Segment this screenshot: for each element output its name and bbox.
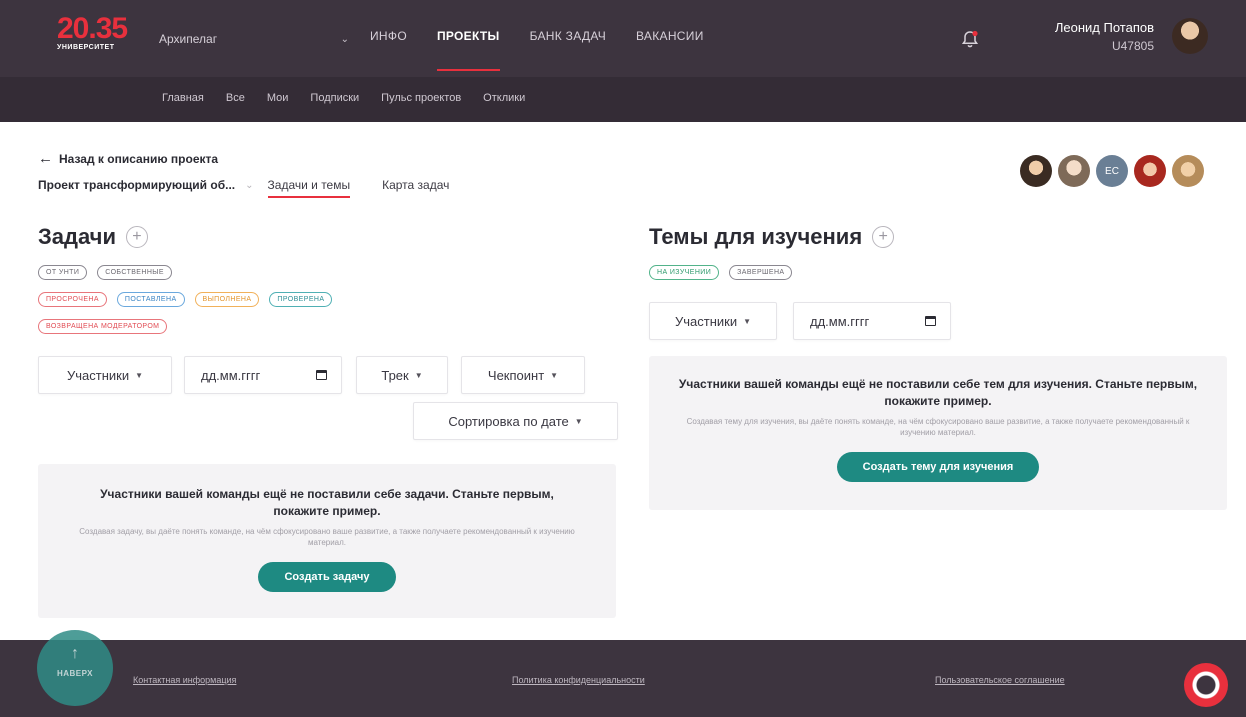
tag-assigned[interactable]: поставлена — [116, 292, 185, 307]
tab-task-map[interactable]: Карта задач — [382, 178, 449, 192]
lifebuoy-icon[interactable] — [1184, 663, 1228, 707]
user-agreement-link[interactable]: Пользовательское соглашение — [935, 675, 1065, 685]
tag-returned[interactable]: возвращена модератором — [38, 319, 168, 334]
avatar[interactable] — [1020, 155, 1052, 187]
track-filter[interactable]: Трек ▼ — [356, 356, 448, 394]
topics-title: Темы для изучения — [649, 224, 863, 249]
tag-overdue[interactable]: просрочена — [38, 292, 107, 307]
checkpoint-filter[interactable]: Чекпоинт ▼ — [461, 356, 585, 394]
date-field-placeholder: дд.мм.гггг — [201, 367, 261, 383]
date-field[interactable]: дд.мм.гггг — [184, 356, 342, 394]
tasks-empty-text: Создавая задачу, вы даёте понять команде… — [79, 527, 575, 547]
back-link[interactable]: ← Назад к описанию проекта — [38, 150, 218, 167]
topics-participants-filter[interactable]: Участники ▼ — [649, 302, 777, 340]
user-name: Леонид Потапов — [1054, 20, 1154, 35]
topics-empty-heading: Участники вашей команды ещё не поставили… — [678, 377, 1198, 408]
calendar-icon[interactable] — [316, 370, 327, 380]
contacts-link[interactable]: Контактная информация — [133, 675, 236, 685]
arrow-left-icon: ← — [38, 150, 53, 167]
topics-empty-state: Участники вашей команды ещё не поставили… — [649, 356, 1227, 510]
tag-checked[interactable]: проверена — [269, 292, 333, 307]
task-filter-tags: от УНТИ собственные просрочена поставлен… — [38, 265, 478, 334]
logo-number: 20.35 — [57, 12, 128, 45]
nav-info[interactable]: ИНФО — [370, 29, 407, 69]
chevron-down-icon[interactable]: ⌄ — [245, 180, 253, 191]
avatar[interactable] — [1172, 155, 1204, 187]
back-link-label: Назад к описанию проекта — [59, 151, 219, 166]
avatar-initials: ЕС — [1105, 165, 1119, 177]
nav-projects[interactable]: ПРОЕКТЫ — [436, 29, 500, 71]
caret-down-icon: ▼ — [574, 416, 583, 426]
avatar[interactable] — [1134, 155, 1166, 187]
topics-date-field[interactable]: дд.мм.гггг — [793, 302, 951, 340]
topic-filter-tags: на изучении завершена — [649, 265, 793, 280]
tasks-empty-heading: Участники вашей команды ещё не поставили… — [100, 487, 554, 518]
subnav-all[interactable]: Все — [226, 92, 245, 104]
bell-icon[interactable] — [960, 29, 980, 49]
subnav-projects-pulse[interactable]: Пульс проектов — [381, 92, 461, 104]
tag-studying[interactable]: на изучении — [649, 265, 720, 280]
topics-title-row: Темы для изучения + — [649, 224, 895, 250]
tag-finished[interactable]: завершена — [729, 265, 793, 280]
sort-select-label: Сортировка по дате — [448, 413, 569, 429]
add-task-button[interactable]: + — [125, 226, 148, 248]
caret-down-icon: ▼ — [414, 370, 423, 380]
footer: Контактная информация Политика конфиденц… — [0, 640, 1246, 717]
arrow-up-icon: ↑ — [71, 645, 79, 662]
tasks-empty-state: Участники вашей команды ещё не поставили… — [38, 464, 616, 618]
nav-task-bank[interactable]: БАНК ЗАДАЧ — [530, 29, 606, 69]
topics-empty-text: Создавая тему для изучения, вы даёте пон… — [686, 417, 1190, 437]
add-topic-button[interactable]: + — [872, 226, 895, 248]
checkpoint-filter-label: Чекпоинт — [487, 367, 545, 383]
calendar-icon[interactable] — [925, 316, 936, 326]
topics-date-field-placeholder: дд.мм.гггг — [810, 313, 870, 329]
sub-nav: Главная Все Мои Подписки Пульс проектов … — [0, 77, 1246, 122]
subnav-main[interactable]: Главная — [162, 92, 204, 104]
team-avatars: ЕС — [1020, 155, 1204, 187]
tasks-title-row: Задачи + — [38, 224, 148, 250]
scroll-to-top-button[interactable]: ↑ НАВЕРХ — [37, 630, 113, 706]
caret-down-icon: ▼ — [135, 370, 144, 380]
create-topic-button[interactable]: Создать тему для изучения — [836, 452, 1040, 482]
tag-own[interactable]: собственные — [97, 265, 172, 280]
privacy-policy-link[interactable]: Политика конфиденциальности — [512, 675, 645, 685]
nav-vacancies[interactable]: ВАКАНСИИ — [636, 29, 704, 69]
chevron-down-icon: ⌄ — [340, 33, 349, 45]
main-nav: ИНФО ПРОЕКТЫ БАНК ЗАДАЧ ВАКАНСИИ — [370, 29, 734, 71]
caret-down-icon: ▼ — [550, 370, 559, 380]
topics-participants-filter-label: Участники — [674, 313, 738, 329]
tag-from-unti[interactable]: от УНТИ — [38, 265, 88, 280]
tab-tasks-topics[interactable]: Задачи и темы — [267, 178, 350, 198]
user-id: U47805 — [1111, 39, 1154, 53]
subnav-my[interactable]: Мои — [267, 92, 289, 104]
tasks-title: Задачи — [38, 224, 116, 249]
caret-down-icon: ▼ — [743, 316, 752, 326]
project-name[interactable]: Проект трансформирующий об... — [38, 178, 235, 192]
user-avatar[interactable] — [1172, 18, 1208, 54]
subnav-subscriptions[interactable]: Подписки — [310, 92, 359, 104]
subnav-responses[interactable]: Отклики — [483, 92, 525, 104]
scroll-to-top-label: НАВЕРХ — [56, 669, 94, 678]
organization-select[interactable]: Архипелаг ⌄ — [159, 29, 349, 49]
sort-select[interactable]: Сортировка по дате ▼ — [413, 402, 618, 440]
participants-filter[interactable]: Участники ▼ — [38, 356, 172, 394]
logo-subtitle: УНИВЕРСИТЕТ — [57, 44, 115, 51]
project-tabs: Проект трансформирующий об... ⌄ Задачи и… — [38, 178, 481, 198]
organization-select-value: Архипелаг — [159, 32, 218, 46]
user-info[interactable]: Леонид Потапов U47805 — [1055, 20, 1154, 53]
top-bar: 20.35 УНИВЕРСИТЕТ Архипелаг ⌄ ИНФО ПРОЕК… — [0, 0, 1246, 77]
track-filter-label: Трек — [381, 367, 409, 383]
tag-done[interactable]: выполнена — [194, 292, 260, 307]
logo[interactable]: 20.35 УНИВЕРСИТЕТ — [57, 12, 145, 53]
avatar[interactable] — [1058, 155, 1090, 187]
create-task-button[interactable]: Создать задачу — [258, 562, 396, 592]
avatar[interactable]: ЕС — [1096, 155, 1128, 187]
participants-filter-label: Участники — [66, 367, 130, 383]
